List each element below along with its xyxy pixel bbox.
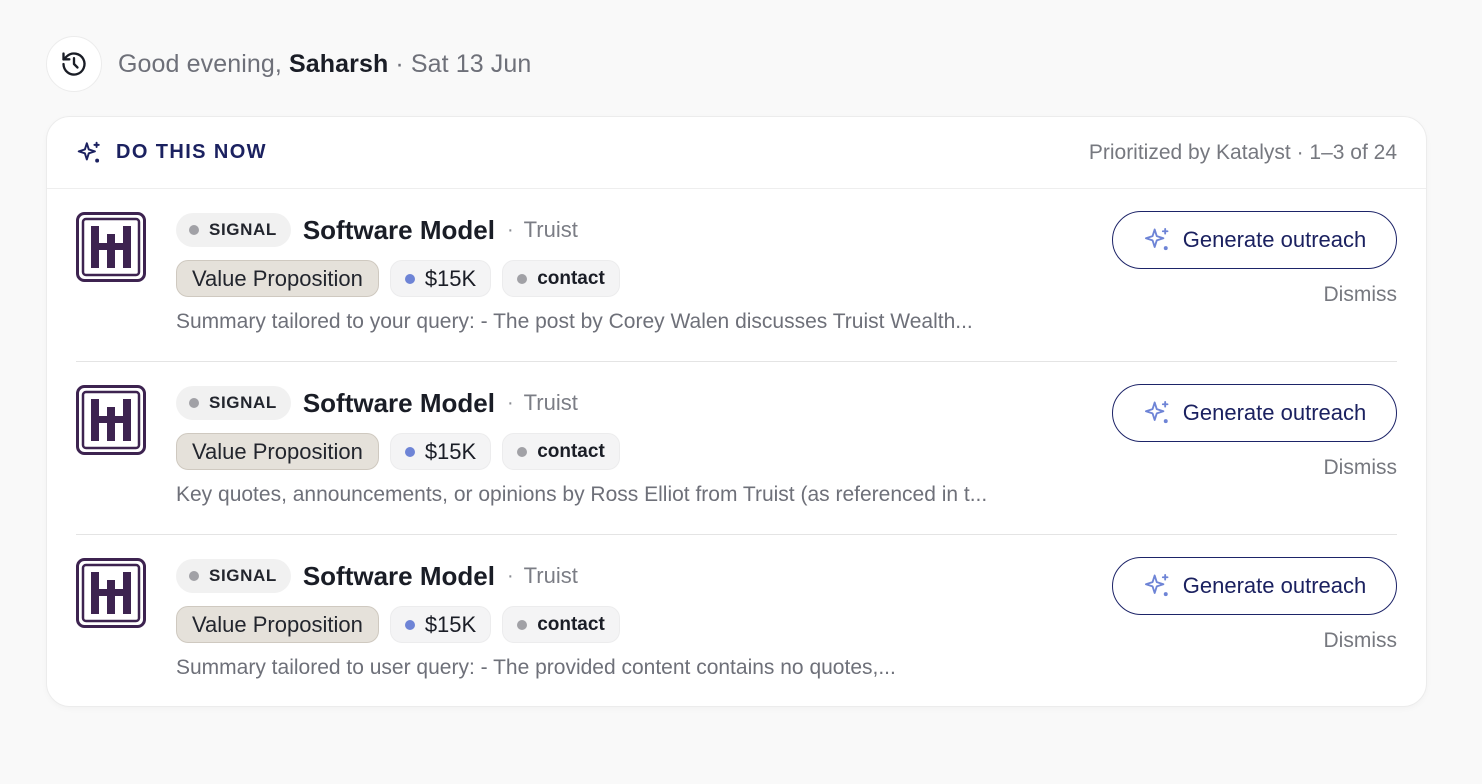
- company-logo-icon: [76, 212, 146, 282]
- generate-outreach-button[interactable]: Generate outreach: [1112, 384, 1397, 442]
- contact-dot: [517, 446, 528, 457]
- dismiss-button[interactable]: Dismiss: [1324, 283, 1398, 307]
- value-label: $15K: [424, 611, 477, 637]
- generate-outreach-button[interactable]: Generate outreach: [1112, 557, 1397, 615]
- company-logo-icon: [76, 558, 146, 628]
- user-name: Saharsh: [288, 49, 389, 78]
- greeting-row: Good evening, Saharsh · Sat 13 Jun: [46, 36, 531, 92]
- sparkle-icon: [1144, 573, 1169, 597]
- sparkle-icon: [77, 141, 100, 163]
- contact-chip[interactable]: contact: [502, 260, 620, 297]
- greeting-text: Good evening, Saharsh · Sat 13 Jun: [118, 50, 531, 79]
- company-name[interactable]: Truist: [524, 217, 578, 243]
- status-dot: [189, 571, 199, 581]
- signal-row: SIGNAL Software Model · Truist Value Pro…: [76, 535, 1397, 708]
- sparkle-icon: [1144, 227, 1169, 251]
- contact-label: contact: [537, 440, 605, 462]
- title-separator: ·: [506, 391, 514, 414]
- signal-badge-label: SIGNAL: [209, 566, 277, 585]
- generate-outreach-label: Generate outreach: [1182, 400, 1367, 425]
- greeting-prefix: Good evening,: [118, 49, 289, 78]
- header-left: DO THIS NOW: [76, 140, 267, 166]
- title-separator: ·: [506, 218, 514, 241]
- signal-row: SIGNAL Software Model · Truist Value Pro…: [76, 362, 1397, 535]
- company-name[interactable]: Truist: [524, 390, 578, 416]
- history-button[interactable]: [46, 36, 102, 92]
- signal-badge-label: SIGNAL: [209, 220, 277, 239]
- dismiss-button[interactable]: Dismiss: [1324, 456, 1398, 480]
- status-dot: [189, 398, 199, 408]
- value-chip: $15K: [389, 606, 492, 643]
- contact-label: contact: [537, 267, 605, 289]
- signal-summary: Key quotes, announcements, or opinions b…: [176, 483, 988, 506]
- greeting-date: · Sat 13 Jun: [388, 49, 532, 78]
- company-logo-icon: [76, 385, 146, 455]
- signal-title-line: SIGNAL Software Model · Truist: [176, 213, 578, 247]
- dismiss-button[interactable]: Dismiss: [1324, 629, 1398, 653]
- do-this-now-card: DO THIS NOW Prioritized by Katalyst · 1–…: [46, 116, 1427, 707]
- signal-title[interactable]: Software Model: [303, 561, 495, 592]
- status-dot: [189, 225, 199, 235]
- category-tag: Value Proposition: [176, 433, 379, 470]
- value-chip: $15K: [389, 260, 492, 297]
- company-name[interactable]: Truist: [524, 563, 578, 589]
- signal-list: SIGNAL Software Model · Truist Value Pro…: [47, 189, 1426, 708]
- value-label: $15K: [424, 265, 477, 291]
- value-dot: [404, 446, 415, 457]
- signal-title[interactable]: Software Model: [303, 388, 495, 419]
- contact-dot: [517, 619, 528, 630]
- sparkle-icon: [1144, 400, 1169, 424]
- signal-title[interactable]: Software Model: [303, 215, 495, 246]
- value-chip: $15K: [389, 433, 492, 470]
- category-tag: Value Proposition: [176, 606, 379, 643]
- generate-outreach-label: Generate outreach: [1182, 227, 1367, 252]
- panel-title: DO THIS NOW: [116, 141, 267, 163]
- contact-label: contact: [537, 613, 605, 635]
- signal-row: SIGNAL Software Model · Truist Value Pro…: [76, 189, 1397, 362]
- signal-title-line: SIGNAL Software Model · Truist: [176, 559, 578, 593]
- signal-badge: SIGNAL: [176, 386, 291, 420]
- contact-chip[interactable]: contact: [502, 433, 620, 470]
- generate-outreach-button[interactable]: Generate outreach: [1112, 211, 1397, 269]
- signal-title-line: SIGNAL Software Model · Truist: [176, 386, 578, 420]
- signal-summary: Summary tailored to user query: - The pr…: [176, 656, 896, 679]
- contact-dot: [517, 273, 528, 284]
- value-label: $15K: [424, 438, 477, 464]
- category-tag: Value Proposition: [176, 260, 379, 297]
- signal-tags: Value Proposition $15K contact: [176, 606, 620, 643]
- contact-chip[interactable]: contact: [502, 606, 620, 643]
- signal-summary: Summary tailored to your query: - The po…: [176, 310, 973, 333]
- signal-badge: SIGNAL: [176, 559, 291, 593]
- generate-outreach-label: Generate outreach: [1182, 573, 1367, 598]
- panel-meta: Prioritized by Katalyst · 1–3 of 24: [1088, 140, 1397, 164]
- title-separator: ·: [506, 564, 514, 587]
- card-header: DO THIS NOW Prioritized by Katalyst · 1–…: [47, 117, 1426, 189]
- value-dot: [404, 619, 415, 630]
- signal-badge: SIGNAL: [176, 213, 291, 247]
- history-icon: [62, 52, 86, 76]
- value-dot: [404, 273, 415, 284]
- signal-tags: Value Proposition $15K contact: [176, 433, 620, 470]
- signal-tags: Value Proposition $15K contact: [176, 260, 620, 297]
- signal-badge-label: SIGNAL: [209, 393, 277, 412]
